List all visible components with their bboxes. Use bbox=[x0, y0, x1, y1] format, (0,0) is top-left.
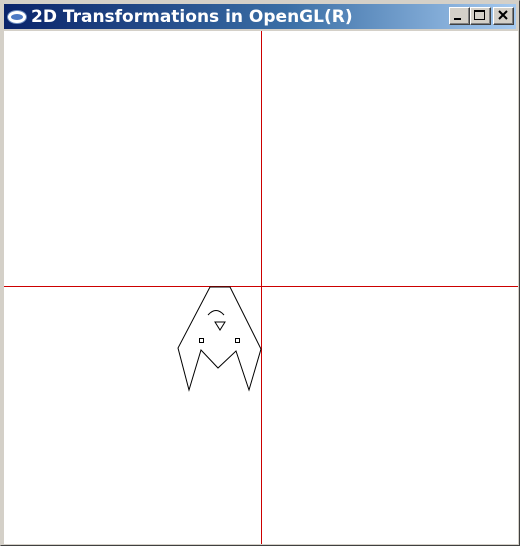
minimize-icon bbox=[454, 18, 461, 20]
title-bar[interactable]: 2D Transformations in OpenGL(R) bbox=[4, 4, 516, 29]
bat-brow bbox=[207, 310, 225, 316]
maximize-button[interactable] bbox=[470, 7, 491, 25]
window-title: 2D Transformations in OpenGL(R) bbox=[31, 6, 353, 27]
minimize-button[interactable] bbox=[449, 7, 470, 25]
window-controls bbox=[449, 7, 514, 25]
bat-right-eye bbox=[235, 338, 240, 343]
bat-body-outline bbox=[177, 286, 262, 392]
app-window: 2D Transformations in OpenGL(R) bbox=[0, 0, 520, 546]
close-button[interactable] bbox=[493, 7, 514, 25]
bat-figure bbox=[177, 286, 262, 392]
maximize-icon bbox=[474, 10, 485, 20]
bat-nose bbox=[214, 321, 226, 331]
opengl-canvas[interactable] bbox=[4, 31, 518, 544]
bat-left-eye bbox=[199, 338, 204, 343]
drawing-surface bbox=[4, 31, 518, 544]
close-icon bbox=[498, 10, 508, 20]
opengl-app-icon[interactable] bbox=[7, 9, 27, 24]
